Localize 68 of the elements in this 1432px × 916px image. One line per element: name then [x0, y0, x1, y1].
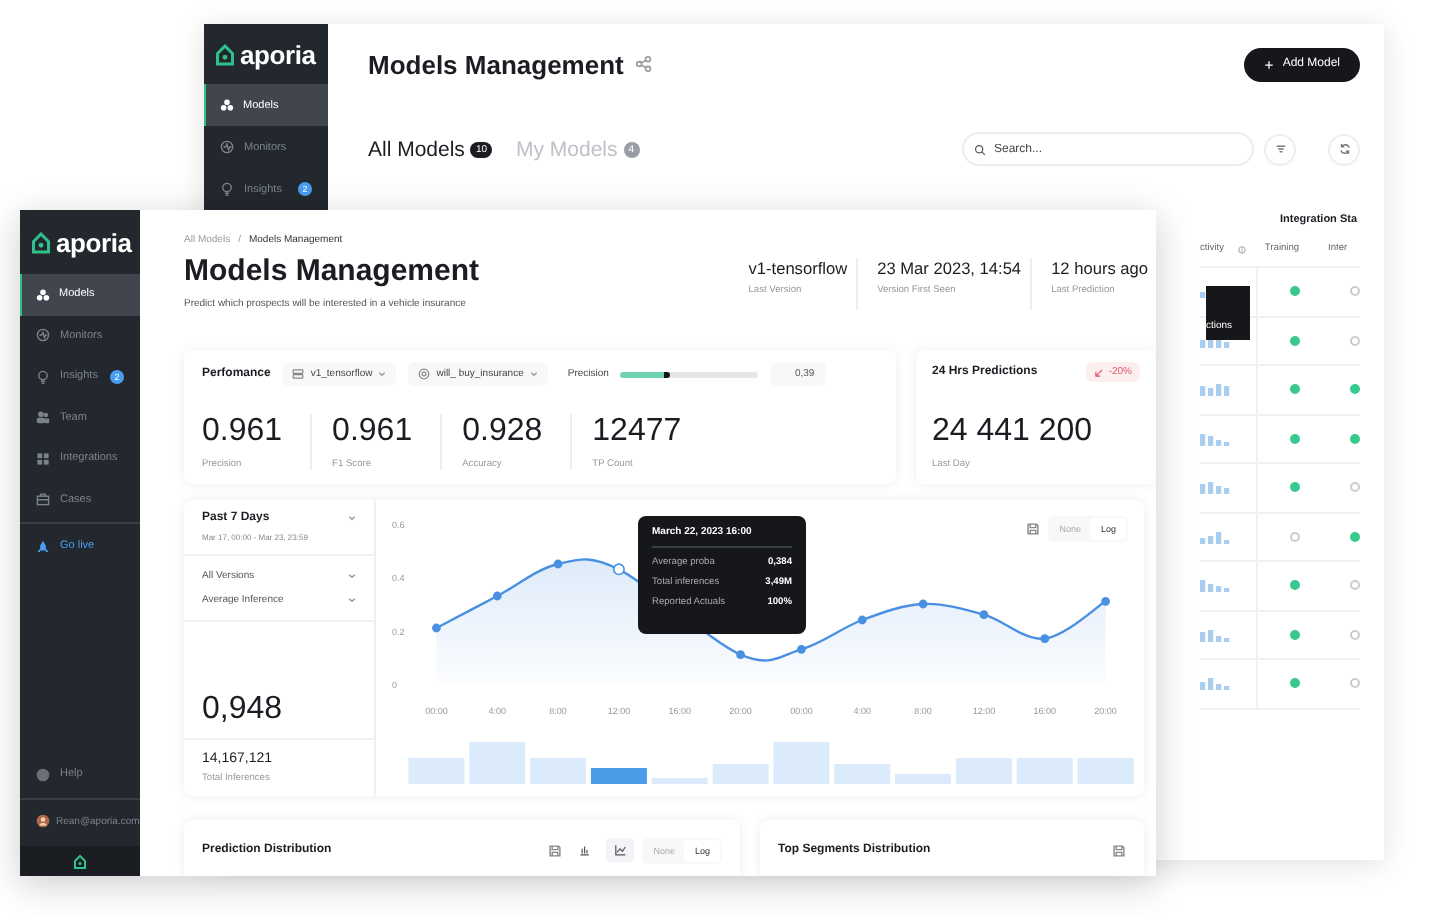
data-point	[1040, 634, 1050, 644]
data-point	[432, 623, 441, 633]
chevron-down-icon	[348, 514, 356, 522]
target-icon	[418, 368, 431, 380]
stat-value: v1-tensorflow	[748, 258, 848, 278]
data-point	[918, 599, 928, 609]
sparkline-drawing	[1200, 480, 1232, 495]
metric-value: 12477	[592, 414, 682, 450]
data-point	[736, 650, 745, 660]
briefcase-icon	[36, 492, 50, 507]
page-title: Models Management	[368, 49, 624, 79]
chevron-down-icon	[348, 572, 356, 580]
line-chart-button[interactable]	[605, 838, 634, 862]
line-chart-icon	[613, 844, 626, 856]
stat-value: 12 hours ago	[1051, 258, 1148, 278]
cubes-icon	[219, 98, 233, 112]
plus-icon	[1264, 59, 1275, 69]
arrow-down-left-icon	[1094, 367, 1105, 377]
save-icon[interactable]	[1112, 843, 1126, 857]
sparkline-drawing	[1200, 382, 1232, 397]
data-point	[492, 591, 502, 601]
predictions-value: 24 441 200	[932, 414, 1095, 450]
search-icon	[974, 143, 986, 155]
share-icon[interactable]	[635, 56, 652, 72]
save-icon[interactable]	[1025, 522, 1040, 536]
data-point	[1101, 596, 1110, 606]
rocket-icon	[36, 539, 50, 554]
bulb-icon	[220, 182, 234, 196]
chevron-down-icon	[348, 596, 356, 604]
people-icon	[36, 410, 50, 425]
filter-icon	[1273, 142, 1287, 156]
sparkline-drawing	[1200, 431, 1232, 446]
bar-chart-icon	[577, 844, 590, 856]
data-point	[857, 615, 867, 625]
logo-text: aporia	[56, 227, 132, 257]
threshold-slider[interactable]	[620, 371, 759, 377]
metric-value: 0.961	[202, 414, 283, 450]
data-point	[553, 559, 563, 569]
average-value: 0,948	[202, 692, 283, 728]
logo-icon	[32, 231, 50, 253]
info-icon	[1238, 245, 1246, 253]
server-icon	[292, 368, 305, 380]
data-point	[797, 644, 806, 654]
page-title: Models Management	[184, 254, 480, 288]
refresh-button[interactable]	[1328, 133, 1360, 165]
cubes-icon	[35, 287, 49, 302]
refresh-icon	[1337, 142, 1351, 156]
data-point	[612, 563, 625, 576]
logo-text: aporia	[240, 39, 316, 69]
monitor-icon	[36, 328, 50, 343]
data-point	[979, 610, 989, 620]
save-icon[interactable]	[547, 843, 562, 857]
logo-icon	[216, 43, 234, 65]
bulb-icon	[36, 369, 50, 384]
monitor-icon	[220, 140, 234, 154]
chevron-down-icon	[378, 370, 387, 378]
sparkline-drawing	[1200, 529, 1232, 544]
chevron-down-icon	[529, 370, 538, 378]
stat-value: 23 Mar 2023, 14:54	[877, 258, 1022, 278]
filter-button[interactable]	[1264, 133, 1296, 165]
metric-value: 0.961	[332, 414, 413, 450]
grid-icon	[36, 451, 50, 466]
sparkline-drawing	[1200, 578, 1232, 593]
logo-icon	[74, 853, 86, 869]
sparkline-drawing	[1200, 676, 1232, 691]
sparkline-drawing	[1200, 627, 1232, 642]
metric-value: 0.928	[462, 414, 543, 450]
avatar-icon	[36, 814, 50, 829]
